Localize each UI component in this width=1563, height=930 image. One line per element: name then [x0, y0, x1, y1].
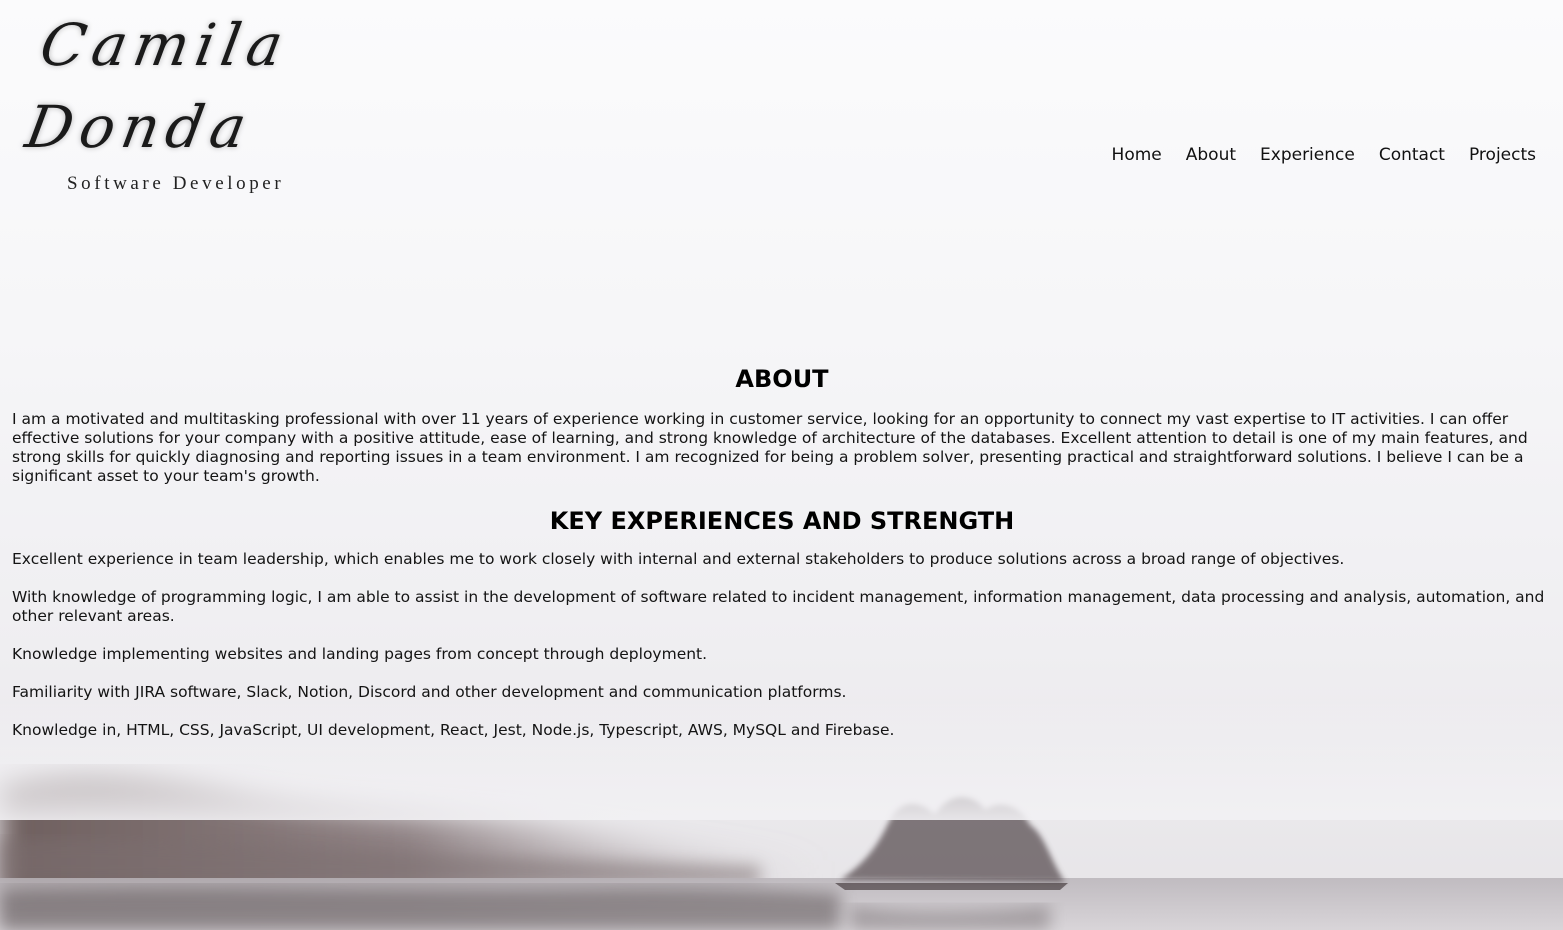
about-heading: ABOUT [735, 365, 829, 393]
experience-item-platforms: Familiarity with JIRA software, Slack, N… [12, 683, 847, 701]
nav-link-projects[interactable]: Projects [1469, 145, 1536, 165]
experience-item-websites: Knowledge implementing websites and land… [12, 645, 708, 663]
logo[interactable]: Camila Donda Software Developer [21, 4, 368, 195]
main-navigation: Home About Experience Contact Projects [1112, 145, 1536, 165]
logo-subtitle: Software Developer [67, 173, 285, 194]
nav-link-contact[interactable]: Contact [1379, 145, 1445, 165]
nav-link-experience[interactable]: Experience [1260, 145, 1355, 165]
nav-link-about[interactable]: About [1186, 145, 1236, 165]
about-paragraph: I am a motivated and multitasking profes… [12, 410, 1528, 485]
experience-item-leadership: Excellent experience in team leadership,… [12, 550, 1345, 568]
about-section: ABOUT I am a motivated and multitasking … [12, 364, 1552, 759]
experience-item-programming: With knowledge of programming logic, I a… [12, 588, 1545, 625]
experience-item-technologies: Knowledge in, HTML, CSS, JavaScript, UI … [12, 721, 895, 739]
experience-heading: KEY EXPERIENCES AND STRENGTH [549, 507, 1015, 535]
nav-link-home[interactable]: Home [1112, 145, 1162, 165]
lake-water [0, 878, 1563, 930]
logo-signature: Camila Donda [20, 11, 295, 161]
